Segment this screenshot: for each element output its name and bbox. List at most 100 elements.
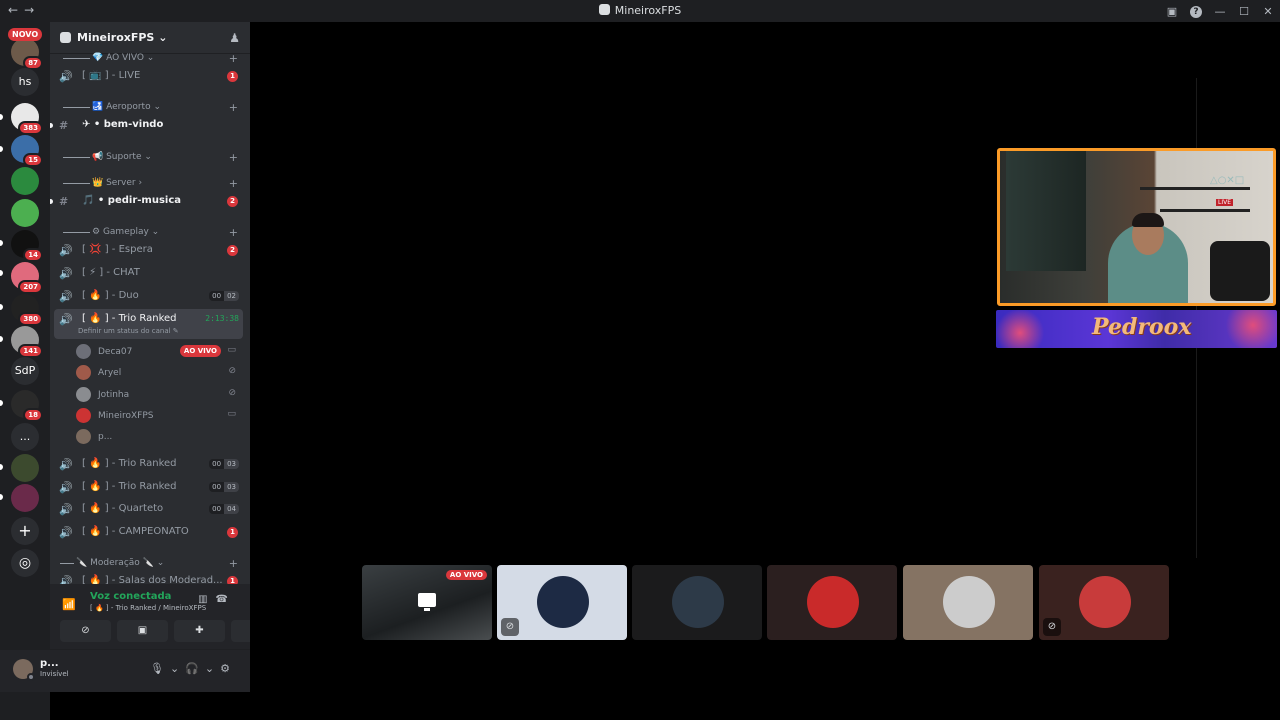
avatar	[76, 408, 91, 423]
server-icon-12[interactable]: 18	[11, 390, 43, 422]
channel-name: [ 🔥 ] - Trio Ranked	[82, 481, 177, 492]
voice-user-self[interactable]: p...	[76, 427, 241, 447]
server-folder-more[interactable]: ...	[11, 423, 39, 451]
close-button[interactable]: ✕	[1256, 5, 1280, 18]
noise-suppression-icon[interactable]: ▥	[198, 594, 215, 605]
category-label: 📢 Suporte ⌄	[92, 152, 152, 162]
unread-pip	[0, 240, 3, 246]
server-icon-drive[interactable]	[11, 167, 39, 195]
category-moderacao[interactable]: 🔪 Moderação 🔪 ⌄ +	[50, 557, 250, 571]
share-screen-button[interactable]: ▣	[117, 620, 168, 642]
channel-chat[interactable]: 🔊 [ ⚡ ] - CHAT	[54, 263, 243, 284]
channel-name: [ ⚡ ] - CHAT	[82, 267, 140, 278]
server-icon-9[interactable]: 380	[11, 294, 43, 326]
category-ao-vivo[interactable]: 💎 AO VIVO ⌄ +	[50, 52, 250, 66]
server-icon-4[interactable]: 15	[11, 135, 43, 167]
server-icon-hs[interactable]: hs	[11, 68, 39, 96]
maximize-button[interactable]: ☐	[1232, 5, 1256, 18]
camera-off-button[interactable]: ⊘	[60, 620, 111, 642]
headphones-icon[interactable]: 🎧	[185, 662, 205, 675]
unread-pip	[0, 494, 3, 500]
channel-duo[interactable]: 🔊 [ 🔥 ] - Duo 00 02	[54, 286, 243, 307]
muted-mic-icon: ⊘	[228, 366, 236, 376]
add-server-icon[interactable]: +	[11, 517, 39, 545]
voice-status-title[interactable]: Voz conectada	[90, 591, 171, 602]
participant-tile[interactable]	[767, 565, 897, 640]
participant-tile[interactable]: ⊘	[1039, 565, 1169, 640]
server-icon-15[interactable]	[11, 484, 39, 512]
server-icon-sdp[interactable]: SdP	[11, 357, 39, 385]
invite-people-icon[interactable]: ♟	[229, 31, 240, 45]
server-icon-1[interactable]: 87	[11, 38, 43, 70]
add-channel-icon[interactable]: +	[229, 52, 238, 65]
avatar	[76, 344, 91, 359]
voice-user-jotinha[interactable]: Jotinha ⊘	[76, 385, 241, 405]
unread-pip	[0, 270, 3, 276]
unread-pip	[0, 336, 3, 342]
channel-pedir-musica[interactable]: # 🎵 • pedir-musica 2	[50, 191, 243, 212]
microphone-icon[interactable]: 🎙	[150, 662, 170, 675]
banner-text: Pedroox	[1092, 314, 1192, 340]
user-limit-badge: 00 04	[209, 504, 239, 514]
channel-live[interactable]: 🔊 [ 📺 ] - LIVE 1	[54, 66, 243, 87]
channel-espera[interactable]: 🔊 [ 💢 ] - Espera 2	[54, 240, 243, 261]
channel-status-hint[interactable]: Definir um status do canal ✎	[78, 327, 179, 335]
channel-campeonato[interactable]: 🔊 [ 🔥 ] - CAMPEONATO 1	[54, 522, 243, 543]
channel-name: ✈ • bem-vindo	[82, 119, 164, 130]
server-icon-3[interactable]: 383	[11, 103, 43, 135]
username[interactable]: p...	[40, 658, 59, 669]
activities-button[interactable]: ✚	[174, 620, 225, 642]
minimize-button[interactable]: —	[1208, 5, 1232, 18]
server-header[interactable]: MineiroxFPS ⌄ ♟	[50, 22, 250, 54]
channel-trio-ranked-2[interactable]: 🔊 [ 🔥 ] - Trio Ranked 00 03	[54, 454, 243, 475]
channel-name: 🎵 • pedir-musica	[82, 195, 182, 206]
category-aeroporto[interactable]: 🛃 Aeroporto ⌄ +	[50, 101, 250, 115]
chevron-down-icon[interactable]: ⌄	[170, 662, 185, 675]
help-icon[interactable]: ?	[1184, 4, 1208, 18]
signal-icon[interactable]: 📶	[62, 598, 76, 611]
voice-user-mineiroxfps[interactable]: MineiroXFPS ▭	[76, 406, 241, 426]
voice-user-aryel[interactable]: Aryel ⊘	[76, 363, 241, 383]
voice-user-name: MineiroXFPS	[98, 411, 154, 421]
channel-trio-ranked-3[interactable]: 🔊 [ 🔥 ] - Trio Ranked 00 03	[54, 477, 243, 498]
server-icon-14[interactable]	[11, 454, 39, 482]
screen-share-icon: ▭	[227, 409, 236, 419]
chevron-down-icon[interactable]: ⌄	[205, 662, 220, 675]
voice-user-name: Deca07	[98, 347, 133, 357]
live-sign: LIVE	[1216, 199, 1234, 206]
add-channel-icon[interactable]: +	[229, 177, 238, 190]
voice-connected-panel: 📶 Voz conectada [ 🔥 ] - Trio Ranked / Mi…	[50, 584, 282, 650]
settings-gear-icon[interactable]: ⚙	[220, 662, 236, 675]
add-channel-icon[interactable]: +	[229, 557, 238, 570]
server-list: 87 NOVO hs 383 15 14 207 380 141 SdP 18 …	[0, 22, 50, 720]
category-server[interactable]: 👑 Server › +	[50, 177, 250, 191]
participant-tile-stream[interactable]: AO VIVO	[362, 565, 492, 640]
add-channel-icon[interactable]: +	[229, 226, 238, 239]
channel-name: [ 🔥 ] - Trio Ranked	[82, 313, 177, 324]
server-icon-10[interactable]: 141	[11, 326, 43, 358]
server-icon-7[interactable]: 14	[11, 230, 43, 262]
server-icon	[598, 4, 610, 15]
add-channel-icon[interactable]: +	[229, 101, 238, 114]
channel-trio-ranked-active[interactable]: 🔊 [ 🔥 ] - Trio Ranked 2:13:38 Definir um st…	[54, 309, 243, 339]
avatar	[76, 387, 91, 402]
category-gameplay[interactable]: ⚙ Gameplay ⌄ +	[50, 226, 250, 240]
inbox-icon[interactable]: ▣	[1160, 5, 1184, 18]
participant-tile[interactable]: ⊘	[497, 565, 627, 640]
voice-channel-path[interactable]: [ 🔥 ] - Trio Ranked / MineiroXFPS	[90, 604, 206, 612]
user-avatar[interactable]	[13, 659, 35, 681]
participant-tile[interactable]	[903, 565, 1033, 640]
voice-user-deca07[interactable]: Deca07 AO VIVO ▭	[76, 342, 241, 362]
participant-tile[interactable]	[632, 565, 762, 640]
channel-quarteto[interactable]: 🔊 [ 🔥 ] - Quarteto 00 04	[54, 499, 243, 520]
channel-bem-vindo[interactable]: # ✈ • bem-vindo	[50, 115, 243, 136]
server-icon-8[interactable]: 207	[11, 262, 43, 294]
window-title: MineiroxFPS	[0, 4, 1280, 17]
unread-pip	[0, 400, 3, 406]
user-status: Invisível	[40, 670, 69, 678]
category-suporte[interactable]: 📢 Suporte ⌄ +	[50, 151, 250, 165]
server-icon-6[interactable]	[11, 199, 39, 227]
add-channel-icon[interactable]: +	[229, 151, 238, 164]
discover-icon[interactable]: ◎	[11, 549, 39, 577]
disconnect-icon[interactable]: ☎	[216, 594, 236, 605]
